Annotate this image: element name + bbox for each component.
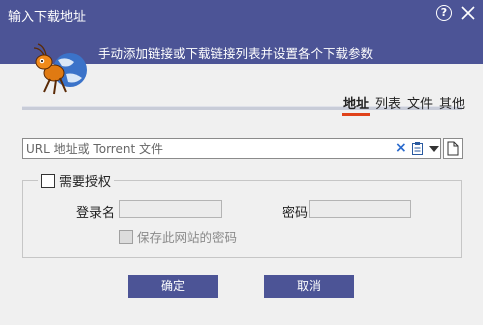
auth-checkbox[interactable] bbox=[41, 173, 55, 188]
browse-file-button[interactable] bbox=[443, 138, 463, 159]
save-password-row[interactable]: 保存此网站的密码 bbox=[119, 227, 237, 246]
help-icon[interactable]: ? bbox=[436, 5, 452, 21]
window-title: 输入下载地址 bbox=[8, 10, 87, 25]
password-label: 密码 bbox=[282, 206, 309, 221]
tab-list[interactable]: 列表 bbox=[374, 93, 402, 116]
file-icon bbox=[447, 141, 459, 156]
tab-bar: 地址 列表 文件 其他 bbox=[342, 93, 466, 116]
chevron-down-icon[interactable] bbox=[429, 146, 439, 152]
ok-button[interactable]: 确定 bbox=[128, 275, 218, 298]
url-input[interactable] bbox=[26, 140, 386, 157]
title-bar: 输入下载地址 ? bbox=[0, 0, 483, 28]
username-field[interactable] bbox=[119, 200, 222, 218]
url-combobox: × bbox=[22, 138, 441, 159]
save-password-checkbox[interactable] bbox=[119, 229, 133, 244]
ant-logo-icon bbox=[33, 43, 87, 95]
auth-checkbox-row[interactable]: 需要授权 bbox=[38, 171, 115, 190]
close-icon[interactable] bbox=[458, 3, 478, 23]
password-field[interactable] bbox=[309, 200, 411, 218]
cancel-button[interactable]: 取消 bbox=[264, 275, 354, 298]
dialog-subtitle: 手动添加链接或下载链接列表并设置各个下载参数 bbox=[98, 46, 374, 61]
clear-icon[interactable]: × bbox=[395, 140, 407, 157]
tab-other[interactable]: 其他 bbox=[438, 93, 466, 116]
username-label: 登录名 bbox=[76, 206, 116, 221]
auth-checkbox-label: 需要授权 bbox=[59, 175, 112, 190]
clipboard-icon[interactable] bbox=[412, 142, 423, 155]
save-password-label: 保存此网站的密码 bbox=[137, 230, 238, 245]
tab-address[interactable]: 地址 bbox=[342, 93, 371, 116]
tab-file[interactable]: 文件 bbox=[406, 93, 434, 116]
